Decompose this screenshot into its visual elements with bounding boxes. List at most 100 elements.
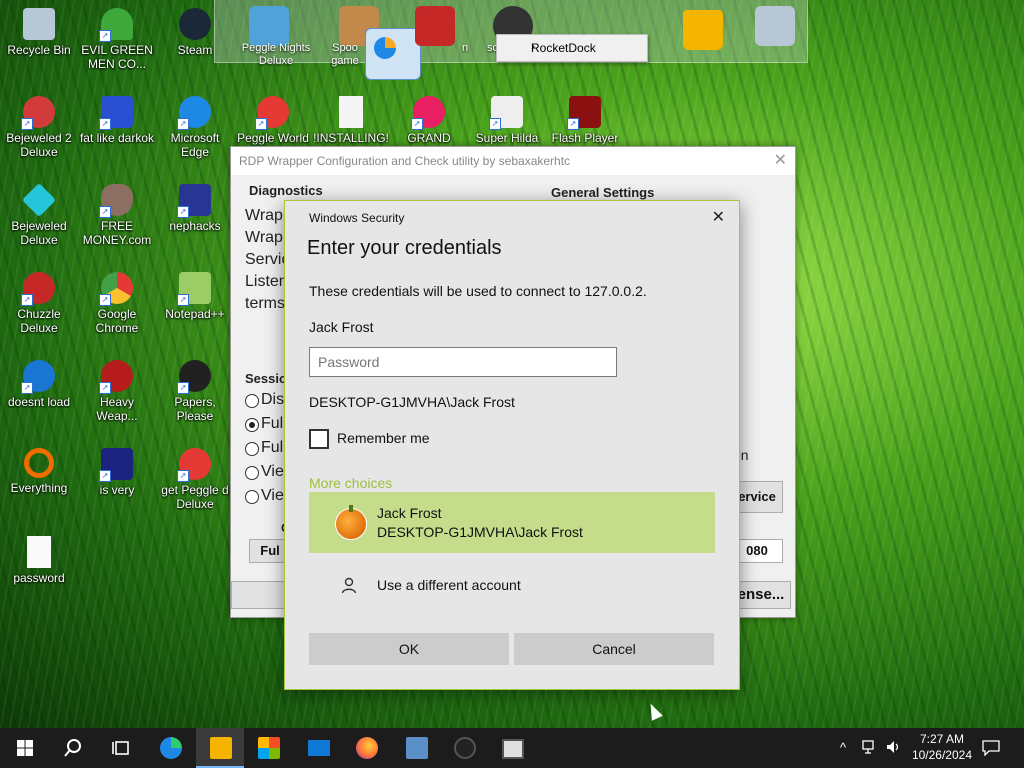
taskbar-firefox[interactable] [342,728,390,768]
taskbar-window-app[interactable] [488,728,536,768]
desktop-icon-super-hilda[interactable]: ↗ Super Hilda [468,96,546,145]
desktop-icon-doesnt-load[interactable]: ↗ doesnt load [0,360,78,409]
dock-label: n [461,42,469,54]
tray-chevron-up-icon[interactable]: ^ [840,740,846,755]
desktop-icon-label: Bejeweled Deluxe [11,219,67,247]
desktop-icon-label: Everything [10,481,68,495]
desktop-icon-peggle-world[interactable]: ↗ Peggle World [234,96,312,145]
desktop-icon-chuzzle[interactable]: ↗ Chuzzle Deluxe [0,272,78,335]
desktop-icon-google-chrome[interactable]: ↗ Google Chrome [78,272,156,335]
desktop-icon-everything[interactable]: Everything [0,448,78,495]
session-radio[interactable] [245,394,259,408]
dock-rocketdock-settings-icon[interactable] [365,28,421,80]
cancel-button[interactable]: Cancel [514,633,714,665]
everything-icon [24,448,54,478]
recycle-bin-icon [23,8,55,40]
use-different-account-option[interactable]: Use a different account [309,563,715,607]
taskbar-mail[interactable] [294,728,342,768]
desktop-icon-nephacks[interactable]: ↗ nephacks [156,184,234,233]
session-radio[interactable] [245,442,259,456]
desktop-icon-free-money[interactable]: ↗ FREE MONEY.com [78,184,156,247]
desktop-icon-label: Papers, Please [174,395,216,423]
desktop-icon-grand[interactable]: ↗ GRAND [390,96,468,145]
desktop-icon-label: password [13,571,65,585]
rocketdock-context-menu[interactable]: RocketDock › [496,34,648,62]
dock-flash-icon[interactable] [415,6,455,46]
nephacks-icon: ↗ [177,184,211,218]
notifications-icon[interactable] [982,740,1000,756]
desktop-icon-recycle-bin[interactable]: Recycle Bin [0,8,78,57]
ok-button[interactable]: OK [309,633,509,665]
desktop-icon-microsoft-edge[interactable]: ↗ Microsoft Edge [156,96,234,159]
credential-dialog[interactable]: Windows Security ✕ Enter your credential… [284,200,740,690]
search-button[interactable] [48,728,96,768]
desktop-icon-heavy-weapon[interactable]: ↗ Heavy Weap... [78,360,156,423]
rdp-title: RDP Wrapper Configuration and Check util… [239,154,571,168]
dock-peggle-nights-icon[interactable] [249,6,289,46]
close-icon[interactable]: ✕ [774,147,787,175]
dock-label: Peggle Nights Deluxe [241,42,311,67]
desktop-icon-notepadpp[interactable]: ↗ Notepad++ [156,272,234,321]
left-button-partial[interactable] [231,581,289,609]
different-account-label: Use a different account [377,577,521,593]
desktop-icon-label: GRAND [407,131,451,145]
dialog-description: These credentials will be used to connec… [309,283,647,299]
desktop-icon-is-very[interactable]: ↗ is very [78,448,156,497]
folder-icon [210,737,232,759]
task-view-icon [112,741,129,755]
domain-user-label: DESKTOP-G1JMVHA\Jack Frost [309,394,515,410]
desktop-icon-papers-please[interactable]: ↗ Papers, Please [156,360,234,423]
desktop-icon-flash-player[interactable]: ↗ Flash Player [546,96,624,145]
peggle-world-icon: ↗ [255,96,289,130]
edge-icon [160,737,182,759]
desktop-icon-bejeweled[interactable]: Bejeweled Deluxe [0,183,78,247]
clock-date: 10/26/2024 [911,748,972,762]
clock[interactable]: 7:27 AM 10/26/2024 [912,731,972,763]
taskbar-store[interactable] [244,728,292,768]
password-input[interactable] [309,347,617,377]
session-radio[interactable] [245,418,259,432]
volume-icon[interactable] [886,740,902,754]
remember-me-label[interactable]: Remember me [337,430,430,446]
session-option-label: Dis [261,391,285,408]
taskbar-edge[interactable] [146,728,194,768]
taskbar-file-explorer[interactable] [196,728,244,768]
desktop-icon-label: Super Hilda [475,131,539,145]
session-radio[interactable] [245,466,259,480]
desktop-icon-password[interactable]: password [0,536,78,585]
remember-me-checkbox[interactable] [309,429,329,449]
session-radio[interactable] [245,490,259,504]
account-tile-jack-frost[interactable]: Jack Frost DESKTOP-G1JMVHA\Jack Frost [309,492,715,553]
diag-line: Listen [245,273,288,290]
store-icon [258,737,280,759]
task-view-button[interactable] [96,728,144,768]
license-button[interactable]: ense... [731,581,791,609]
dock-file-explorer-icon[interactable] [683,10,723,50]
desktop-icon-get-peggle[interactable]: ↗ get Peggle d Deluxe [156,448,234,511]
session-option-label: Vie [261,463,284,480]
flash-player-icon: ↗ [567,96,601,130]
desktop-icon-label: Peggle World [237,131,309,145]
desktop-icon-installing[interactable]: !INSTALLING! [312,96,390,145]
rdp-title-bar[interactable]: RDP Wrapper Configuration and Check util… [231,147,795,175]
desktop-icon-fat-like-darkok[interactable]: ↗ fat like darkok [78,96,156,145]
chuzzle-icon: ↗ [21,272,55,306]
start-button[interactable] [0,728,48,768]
dock-label: Spoo game [331,42,359,67]
taskbar-terminal-app[interactable] [440,728,488,768]
steam-icon [179,8,211,40]
mouse-cursor-icon [645,701,663,721]
desktop-icon-bejeweled-2[interactable]: ↗ Bejeweled 2 Deluxe [0,96,78,159]
grand-icon: ↗ [411,96,445,130]
dock-recycle-bin-icon[interactable] [755,6,795,46]
app-icon [454,737,476,759]
session-option-label: Vie [261,487,284,504]
text-file-icon [27,536,51,568]
network-icon[interactable] [862,740,878,754]
papers-please-icon: ↗ [177,360,211,394]
taskbar-rdp-wrapper[interactable] [392,728,440,768]
desktop-icon-evil-green-men[interactable]: ↗ EVIL GREEN MEN CO... [78,8,156,71]
close-icon[interactable]: ✕ [712,207,725,227]
peggle-icon: ↗ [177,448,211,482]
dialog-header: Windows Security [309,211,405,225]
